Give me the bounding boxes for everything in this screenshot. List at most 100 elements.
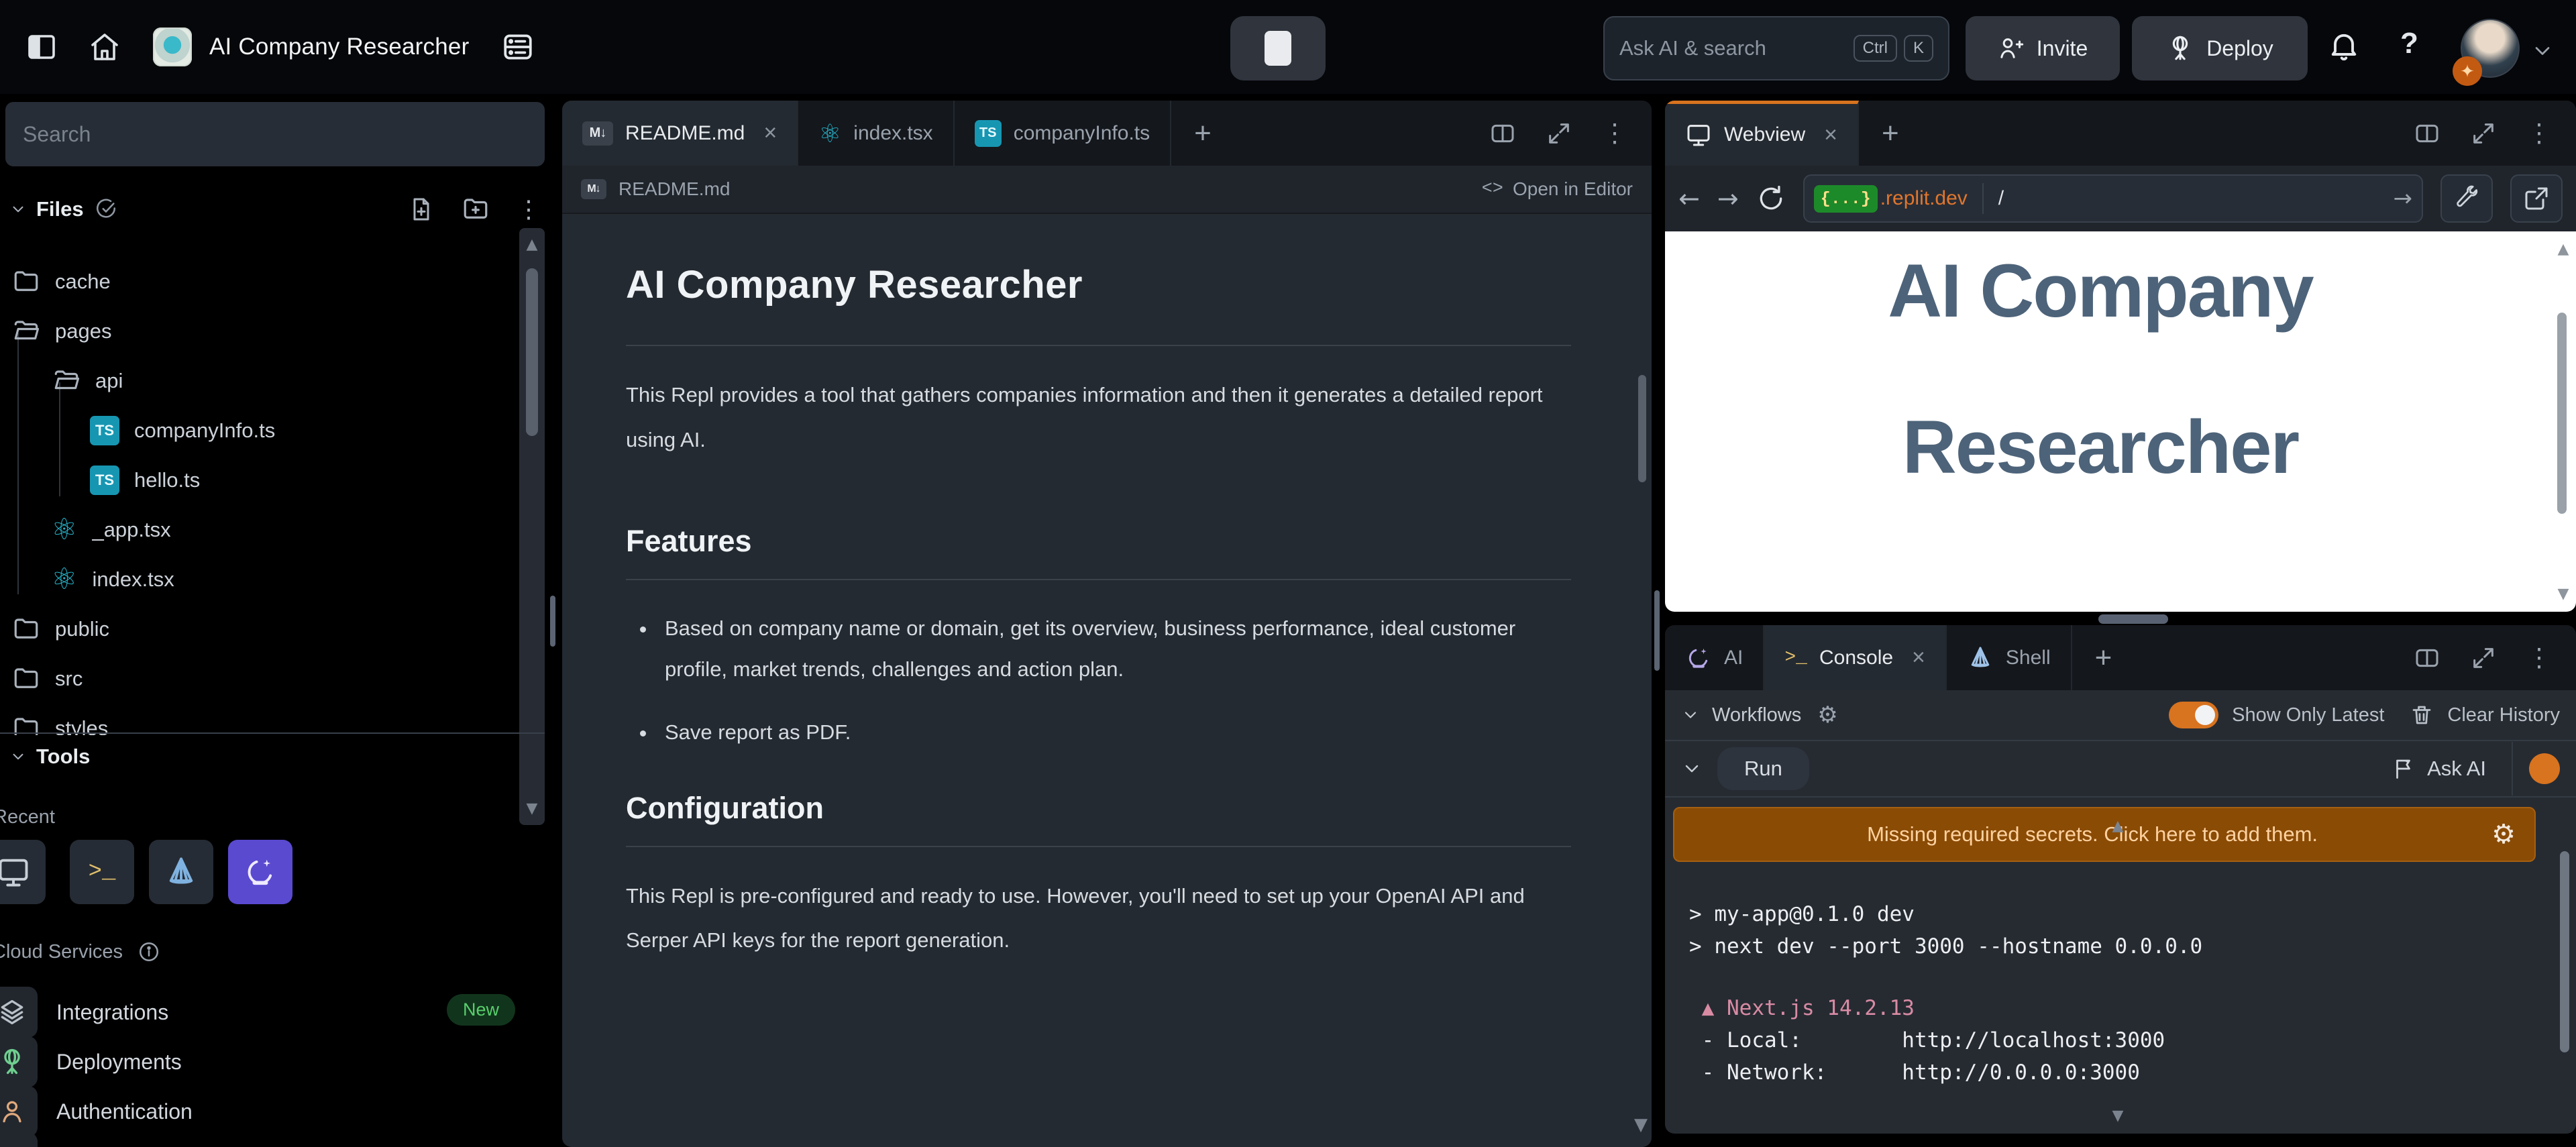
- sidebar-item-authentication[interactable]: Authentication: [0, 1087, 550, 1136]
- scroll-up-icon[interactable]: ▲: [1665, 818, 2571, 834]
- person-icon: [0, 1086, 38, 1137]
- files-menu-kebab-icon[interactable]: ⋮: [517, 195, 541, 223]
- devtools-wrench-button[interactable]: [2440, 174, 2493, 223]
- webview-content[interactable]: AI Company Researcher ▲ ▼: [1665, 231, 2576, 612]
- scroll-up-icon[interactable]: ▲: [519, 236, 545, 253]
- chevron-down-icon[interactable]: [9, 201, 27, 218]
- tree-item-folder[interactable]: cache: [0, 258, 111, 306]
- scroll-down-icon[interactable]: ▼: [2551, 586, 2576, 602]
- split-view-icon[interactable]: [2414, 120, 2440, 147]
- editor-menu-kebab-icon[interactable]: ⋮: [1602, 118, 1627, 148]
- deploy-button[interactable]: Deploy: [2132, 16, 2308, 80]
- console-output: > my-app@0.1.0 dev > next dev --port 300…: [1665, 862, 2576, 1134]
- split-view-icon[interactable]: [2414, 645, 2440, 671]
- new-tab-button[interactable]: +: [1859, 101, 1922, 166]
- back-icon[interactable]: ←: [1678, 184, 1700, 213]
- webview-url-bar: ← → {...} .replit.dev / →: [1665, 166, 2576, 231]
- scroll-down-icon[interactable]: ▼: [519, 800, 545, 817]
- close-tab-icon[interactable]: ×: [1824, 122, 1837, 148]
- files-scrollbar[interactable]: ▲ ▼: [519, 228, 545, 825]
- tree-item-file[interactable]: TS hello.ts: [0, 456, 200, 504]
- trash-icon[interactable]: [2410, 703, 2434, 727]
- tab-companyinfo-ts[interactable]: TS companyInfo.ts: [955, 101, 1171, 166]
- workflows-label: Workflows: [1712, 704, 1801, 726]
- chevron-down-icon[interactable]: [2530, 39, 2555, 63]
- tool-webview-button[interactable]: [0, 840, 46, 904]
- sidebar-toggle-icon[interactable]: [25, 31, 58, 63]
- chevron-down-icon[interactable]: [1681, 706, 1700, 724]
- console-line: > next dev --port 3000 --hostname 0.0.0.…: [1689, 930, 2576, 963]
- ask-ai-button[interactable]: Ask AI: [2392, 757, 2486, 781]
- tree-item-file[interactable]: ⚛ _app.tsx: [0, 506, 171, 554]
- features-list: Based on company name or domain, get its…: [657, 608, 1571, 753]
- sidebar-resize-handle[interactable]: [550, 596, 555, 647]
- new-tab-button[interactable]: +: [1171, 101, 1234, 166]
- divider: [1982, 183, 1984, 214]
- code-icon: <>: [1482, 179, 1503, 199]
- tool-ai-button[interactable]: [228, 840, 292, 904]
- new-tab-button[interactable]: +: [2072, 625, 2135, 690]
- workflows-gear-icon[interactable]: ⚙: [1817, 702, 1837, 728]
- console-menu-kebab-icon[interactable]: ⋮: [2526, 643, 2552, 673]
- scroll-up-icon[interactable]: ▲: [2551, 241, 2576, 258]
- refresh-icon[interactable]: [1756, 184, 1786, 213]
- tab-console[interactable]: >_ Console ×: [1764, 625, 1947, 690]
- tools-header[interactable]: Tools: [9, 745, 90, 769]
- tab-webview[interactable]: Webview ×: [1665, 101, 1859, 166]
- editor-scrollbar-thumb[interactable]: [1638, 375, 1646, 482]
- tree-item-file[interactable]: TS companyInfo.ts: [0, 406, 275, 455]
- layout-list-icon[interactable]: [501, 30, 535, 64]
- tree-item-folder[interactable]: api: [0, 357, 123, 405]
- chevron-down-icon[interactable]: [1681, 758, 1703, 779]
- expand-icon[interactable]: [2470, 120, 2497, 147]
- search-input[interactable]: [5, 102, 545, 166]
- new-folder-icon[interactable]: [462, 195, 490, 223]
- url-input[interactable]: {...} .replit.dev / →: [1803, 174, 2423, 223]
- react-icon: ⚛: [51, 515, 77, 545]
- tree-item-folder[interactable]: src: [0, 655, 83, 703]
- invite-button[interactable]: Invite: [1966, 16, 2120, 80]
- close-tab-icon[interactable]: ×: [1912, 645, 1925, 671]
- panel-resize-handle[interactable]: [1654, 590, 1660, 671]
- horizontal-resize-handle[interactable]: [2098, 614, 2168, 624]
- split-view-icon[interactable]: [1489, 120, 1516, 147]
- monitor-icon: [0, 855, 31, 889]
- sidebar-item-integrations[interactable]: Integrations New: [0, 987, 550, 1037]
- tree-item-file[interactable]: ⚛ index.tsx: [0, 555, 174, 604]
- sidebar-item-deployments[interactable]: Deployments: [0, 1037, 550, 1087]
- notifications-bell-icon[interactable]: [2326, 28, 2361, 63]
- webview-menu-kebab-icon[interactable]: ⋮: [2526, 118, 2552, 148]
- webview-scrollbar[interactable]: ▲ ▼: [2551, 235, 2573, 608]
- open-in-editor-button[interactable]: <> Open in Editor: [1482, 178, 1633, 200]
- tab-ai[interactable]: AI: [1665, 625, 1764, 690]
- close-tab-icon[interactable]: ×: [763, 120, 777, 146]
- open-external-button[interactable]: [2510, 174, 2563, 223]
- run-workflow-button[interactable]: Run: [1717, 747, 1809, 790]
- tool-shell-button[interactable]: [149, 840, 213, 904]
- console-scrollbar-thumb[interactable]: [2560, 851, 2569, 1052]
- help-icon[interactable]: ?: [2400, 27, 2418, 60]
- tab-readme[interactable]: M↓ README.md ×: [562, 101, 798, 166]
- tab-shell[interactable]: Shell: [1947, 625, 2072, 690]
- forward-icon[interactable]: →: [1717, 184, 1739, 213]
- console-panel: AI >_ Console × Shell + ⋮ Workflows: [1665, 625, 2576, 1134]
- ask-ai-search[interactable]: Ask AI & search Ctrl K: [1603, 16, 1949, 80]
- tab-index-tsx[interactable]: ⚛ index.tsx: [798, 101, 954, 166]
- new-file-icon[interactable]: [408, 196, 435, 223]
- files-scrollbar-thumb[interactable]: [526, 268, 538, 436]
- tree-item-folder[interactable]: styles: [0, 704, 108, 735]
- clear-history-label[interactable]: Clear History: [2447, 704, 2560, 726]
- webview-scrollbar-thumb[interactable]: [2557, 313, 2567, 514]
- tree-item-folder[interactable]: pages: [0, 307, 111, 356]
- tree-item-folder[interactable]: public: [0, 605, 109, 653]
- tool-console-button[interactable]: >_: [70, 840, 134, 904]
- go-icon[interactable]: →: [2394, 185, 2413, 212]
- scroll-down-icon[interactable]: ▼: [1634, 1115, 1648, 1135]
- expand-icon[interactable]: [1546, 120, 1572, 147]
- expand-icon[interactable]: [2470, 645, 2497, 671]
- missing-secrets-banner[interactable]: Missing required secrets. Click here to …: [1673, 807, 2536, 862]
- home-icon[interactable]: [89, 31, 121, 63]
- show-only-latest-toggle[interactable]: [2169, 702, 2218, 728]
- scroll-down-icon[interactable]: ▼: [1665, 1107, 2571, 1124]
- stop-button[interactable]: [1230, 16, 1326, 80]
